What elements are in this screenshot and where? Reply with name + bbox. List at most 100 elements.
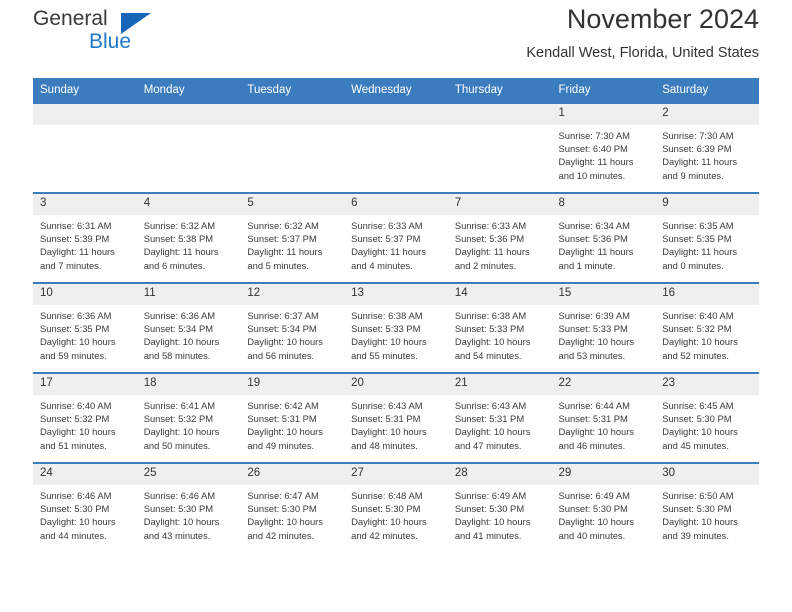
daylight-text-line2: and 39 minutes. [662, 529, 729, 541]
triangle-icon [121, 13, 151, 34]
calendar-day-cell[interactable]: 8 Sunrise: 6:34 AM Sunset: 5:36 PM Daylight… [551, 192, 656, 283]
daylight-text-line2: and 6 minutes. [143, 259, 206, 271]
calendar-day-cell[interactable]: 4 Sunrise: 6:32 AM Sunset: 5:38 PM Daylight… [136, 192, 241, 283]
calendar-week-row: 17 Sunrise: 6:40 AM Sunset: 5:32 PM Dayligh… [33, 372, 759, 463]
calendar-day-cell[interactable]: 1 Sunrise: 7:30 AM Sunset: 6:40 PM Daylight… [551, 102, 656, 193]
calendar-day-cell[interactable]: 29 Sunrise: 6:49 AM Sunset: 5:30 PM Dayligh… [551, 462, 656, 552]
daylight-text-line1: Daylight: 10 hours [351, 426, 427, 438]
day-number: 10 [33, 284, 137, 305]
daylight-text-line1: Daylight: 11 hours [247, 246, 323, 258]
day-content: 1 Sunrise: 7:30 AM Sunset: 6:40 PM Daylight… [551, 104, 656, 192]
calendar-day-cell[interactable]: 25 Sunrise: 6:46 AM Sunset: 5:30 PM Dayligh… [136, 462, 241, 552]
calendar-day-cell[interactable]: 6 Sunrise: 6:33 AM Sunset: 5:37 PM Daylight… [344, 192, 448, 283]
daylight-text-line2: and 2 minutes. [454, 259, 517, 271]
daylight-text-line1: Daylight: 10 hours [247, 336, 323, 348]
day-details: Sunrise: 6:50 AM Sunset: 5:30 PM Daylight:… [655, 485, 759, 542]
calendar-day-cell[interactable]: 14 Sunrise: 6:38 AM Sunset: 5:33 PM Dayligh… [447, 282, 552, 373]
sunrise-text: Sunrise: 6:47 AM [247, 489, 319, 501]
calendar-day-cell[interactable]: 17 Sunrise: 6:40 AM Sunset: 5:32 PM Dayligh… [33, 372, 137, 463]
day-content [136, 104, 241, 192]
calendar-day-cell[interactable]: 22 Sunrise: 6:44 AM Sunset: 5:31 PM Dayligh… [551, 372, 656, 463]
day-number: 26 [240, 464, 345, 485]
day-content: 7 Sunrise: 6:33 AM Sunset: 5:36 PM Daylight… [447, 194, 552, 282]
calendar-day-cell[interactable]: 18 Sunrise: 6:41 AM Sunset: 5:32 PM Dayligh… [136, 372, 241, 463]
day-content: 18 Sunrise: 6:41 AM Sunset: 5:32 PM Dayligh… [136, 374, 241, 462]
day-content: 17 Sunrise: 6:40 AM Sunset: 5:32 PM Dayligh… [33, 374, 137, 462]
day-number: 11 [136, 284, 241, 305]
calendar-day-cell[interactable]: 2 Sunrise: 7:30 AM Sunset: 6:39 PM Daylight… [655, 102, 759, 193]
calendar-day-cell[interactable]: 21 Sunrise: 6:43 AM Sunset: 5:31 PM Dayligh… [447, 372, 552, 463]
day-content: 20 Sunrise: 6:43 AM Sunset: 5:31 PM Dayligh… [344, 374, 448, 462]
sunrise-text: Sunrise: 6:43 AM [454, 399, 527, 411]
calendar-day-cell[interactable]: 20 Sunrise: 6:43 AM Sunset: 5:31 PM Dayligh… [344, 372, 448, 463]
day-details: Sunrise: 6:36 AM Sunset: 5:34 PM Daylight:… [137, 305, 241, 362]
calendar-day-cell[interactable]: 30 Sunrise: 6:50 AM Sunset: 5:30 PM Dayligh… [655, 462, 759, 552]
day-number: 5 [240, 194, 345, 215]
calendar-day-cell[interactable]: 24 Sunrise: 6:46 AM Sunset: 5:30 PM Dayligh… [33, 462, 137, 552]
calendar-day-cell [447, 102, 552, 193]
calendar-day-cell[interactable]: 26 Sunrise: 6:47 AM Sunset: 5:30 PM Dayligh… [240, 462, 345, 552]
calendar-day-cell[interactable]: 5 Sunrise: 6:32 AM Sunset: 5:37 PM Daylight… [240, 192, 345, 283]
day-details: Sunrise: 7:30 AM Sunset: 6:39 PM Daylight:… [655, 125, 759, 182]
day-number: 25 [136, 464, 241, 485]
daylight-text-line2: and 44 minutes. [40, 529, 107, 541]
daylight-text-line1: Daylight: 11 hours [454, 246, 530, 258]
sunrise-text: Sunrise: 6:39 AM [558, 309, 630, 321]
day-details: Sunrise: 6:31 AM Sunset: 5:39 PM Daylight:… [33, 215, 137, 272]
daylight-text-line2: and 56 minutes. [247, 349, 315, 361]
sunset-text: Sunset: 5:30 PM [558, 502, 628, 514]
daylight-text-line2: and 0 minutes. [662, 259, 724, 271]
sunset-text: Sunset: 5:33 PM [454, 322, 525, 334]
sunrise-text: Sunrise: 6:32 AM [143, 219, 216, 231]
day-details: Sunrise: 6:40 AM Sunset: 5:32 PM Daylight:… [655, 305, 759, 362]
calendar-day-cell[interactable]: 12 Sunrise: 6:37 AM Sunset: 5:34 PM Dayligh… [240, 282, 345, 373]
calendar-day-cell[interactable]: 3 Sunrise: 6:31 AM Sunset: 5:39 PM Daylight… [33, 192, 137, 283]
sunset-text: Sunset: 5:38 PM [143, 232, 214, 244]
day-number: 6 [344, 194, 448, 215]
calendar-day-cell[interactable]: 13 Sunrise: 6:38 AM Sunset: 5:33 PM Dayligh… [344, 282, 448, 373]
daylight-text-line1: Daylight: 10 hours [40, 426, 116, 438]
calendar-day-cell[interactable]: 10 Sunrise: 6:36 AM Sunset: 5:35 PM Dayligh… [33, 282, 137, 373]
day-details: Sunrise: 6:49 AM Sunset: 5:30 PM Daylight:… [552, 485, 656, 542]
sunrise-text: Sunrise: 6:49 AM [454, 489, 527, 501]
sunrise-text: Sunrise: 6:48 AM [351, 489, 423, 501]
day-number: 29 [551, 464, 656, 485]
sunset-text: Sunset: 5:35 PM [662, 232, 732, 244]
sunset-text: Sunset: 5:30 PM [454, 502, 525, 514]
daylight-text-line2: and 45 minutes. [662, 439, 729, 451]
calendar-day-cell[interactable]: 15 Sunrise: 6:39 AM Sunset: 5:33 PM Dayligh… [551, 282, 656, 373]
day-details: Sunrise: 7:30 AM Sunset: 6:40 PM Daylight:… [552, 125, 656, 182]
calendar-page: General Blue November 2024 Kendall West,… [0, 0, 792, 612]
calendar-day-cell[interactable]: 19 Sunrise: 6:42 AM Sunset: 5:31 PM Dayligh… [240, 372, 345, 463]
calendar-day-cell[interactable]: 27 Sunrise: 6:48 AM Sunset: 5:30 PM Dayligh… [344, 462, 448, 552]
daylight-text-line1: Daylight: 11 hours [662, 246, 738, 258]
sunrise-text: Sunrise: 6:33 AM [351, 219, 423, 231]
day-details: Sunrise: 6:38 AM Sunset: 5:33 PM Daylight:… [448, 305, 552, 362]
day-content: 3 Sunrise: 6:31 AM Sunset: 5:39 PM Daylight… [33, 194, 137, 282]
calendar-day-cell[interactable]: 11 Sunrise: 6:36 AM Sunset: 5:34 PM Dayligh… [136, 282, 241, 373]
weekday-header-row: Sunday Monday Tuesday Wednesday Thursday… [33, 78, 759, 103]
day-number: 9 [655, 194, 759, 215]
daylight-text-line2: and 47 minutes. [454, 439, 522, 451]
calendar-day-cell[interactable]: 7 Sunrise: 6:33 AM Sunset: 5:36 PM Daylight… [447, 192, 552, 283]
day-content [33, 104, 137, 192]
daylight-text-line1: Daylight: 10 hours [40, 516, 116, 528]
weekday-header-saturday: Saturday [655, 78, 759, 103]
calendar-day-cell [344, 102, 448, 193]
daylight-text-line1: Daylight: 10 hours [40, 336, 116, 348]
sunrise-text: Sunrise: 6:42 AM [247, 399, 319, 411]
day-number: 16 [655, 284, 759, 305]
general-blue-logo[interactable]: General Blue [33, 8, 163, 58]
calendar-day-cell[interactable]: 9 Sunrise: 6:35 AM Sunset: 5:35 PM Daylight… [655, 192, 759, 283]
sunrise-text: Sunrise: 6:34 AM [558, 219, 630, 231]
day-number: 24 [33, 464, 137, 485]
sunset-text: Sunset: 5:32 PM [143, 412, 214, 424]
calendar-day-cell[interactable]: 28 Sunrise: 6:49 AM Sunset: 5:30 PM Dayligh… [447, 462, 552, 552]
calendar-day-cell[interactable]: 23 Sunrise: 6:45 AM Sunset: 5:30 PM Dayligh… [655, 372, 759, 463]
calendar-day-cell[interactable]: 16 Sunrise: 6:40 AM Sunset: 5:32 PM Dayligh… [655, 282, 759, 373]
sunrise-text: Sunrise: 6:40 AM [662, 309, 734, 321]
day-details: Sunrise: 6:32 AM Sunset: 5:37 PM Daylight:… [240, 215, 344, 272]
day-details: Sunrise: 6:37 AM Sunset: 5:34 PM Daylight:… [240, 305, 344, 362]
day-content: 27 Sunrise: 6:48 AM Sunset: 5:30 PM Dayligh… [344, 464, 448, 552]
day-details: Sunrise: 6:33 AM Sunset: 5:36 PM Daylight:… [448, 215, 552, 272]
